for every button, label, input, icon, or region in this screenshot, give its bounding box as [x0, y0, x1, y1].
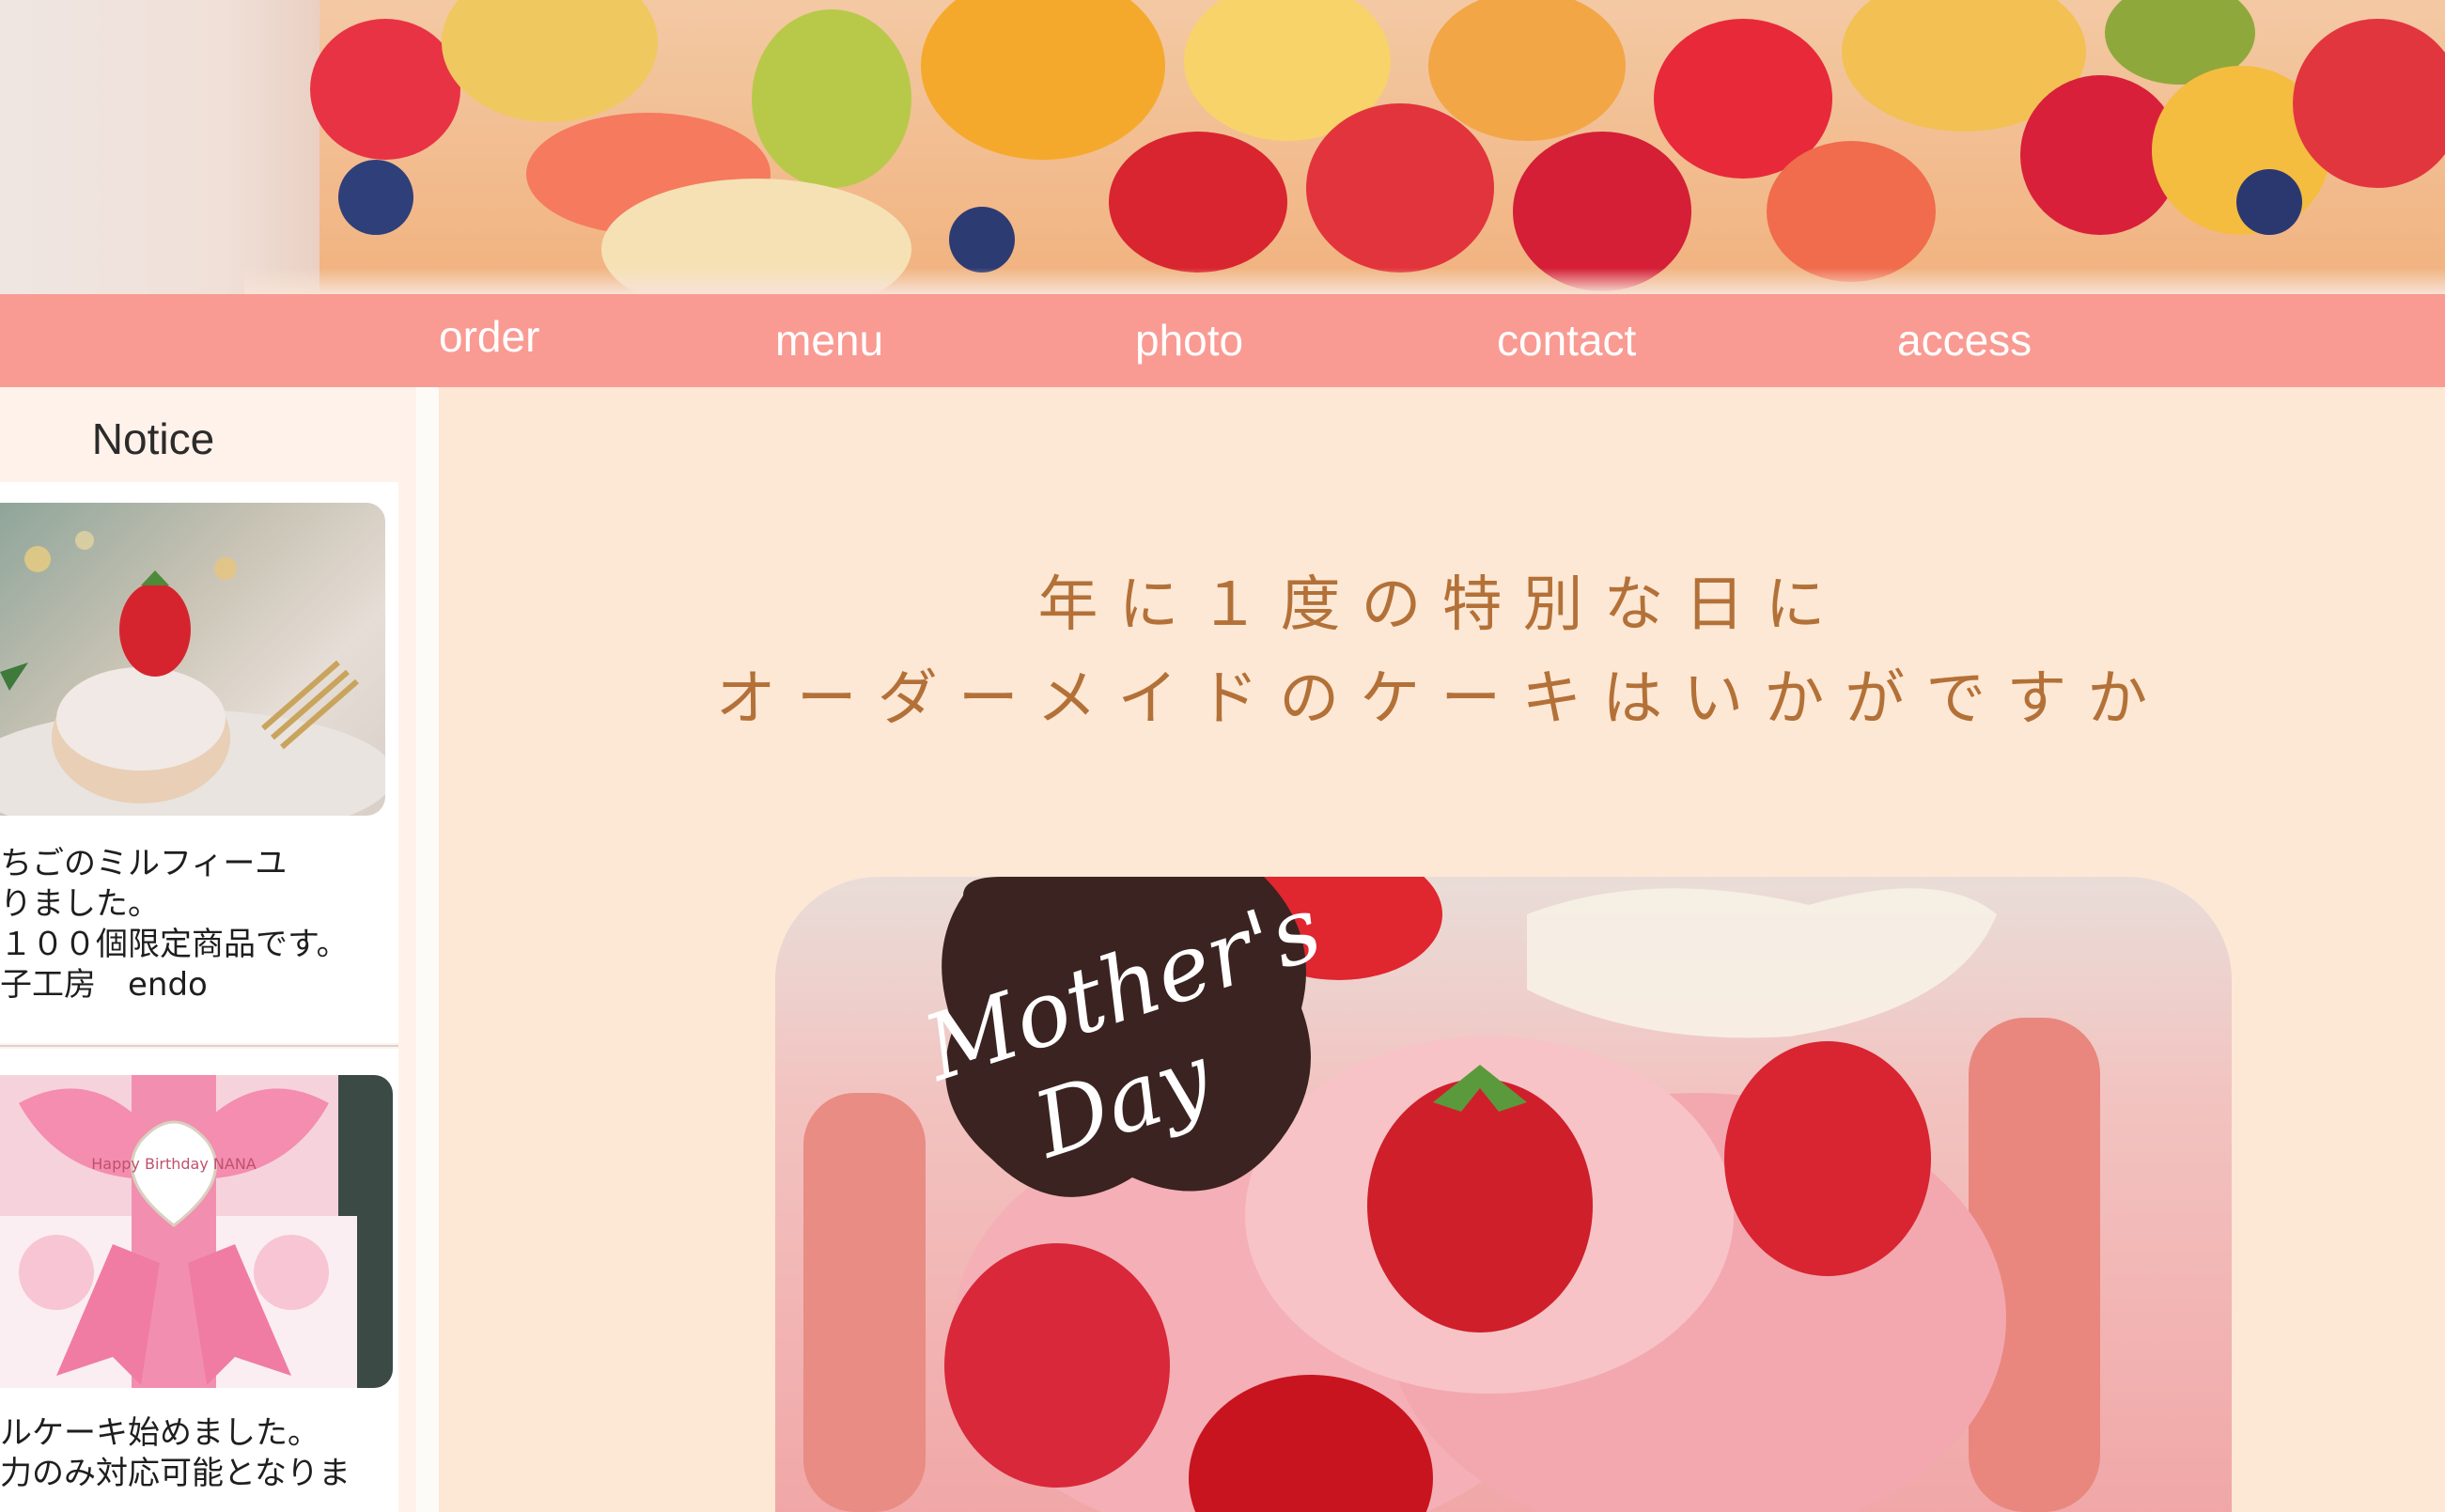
notice-line: りました。 — [0, 885, 160, 923]
hero-plate-edge — [0, 0, 319, 294]
notice-line: １００個限定商品です。 — [0, 926, 349, 963]
strawberry-shape — [1306, 103, 1494, 273]
nav-access-link[interactable]: access — [1897, 294, 2032, 387]
nav-contact-link[interactable]: contact — [1497, 294, 1636, 387]
melon-shape — [1428, 0, 1626, 141]
kiwi-shape — [752, 9, 911, 188]
nav-order-link[interactable]: order — [439, 290, 539, 383]
ribbon-birthday-cake-photo-icon[interactable]: Happy Birthday NANA — [0, 1075, 393, 1388]
cake-illustration: Mother's Day — [803, 877, 2100, 1512]
nav-menu-link[interactable]: menu — [775, 294, 883, 387]
melon-shape — [442, 0, 658, 122]
plate-rim — [244, 268, 2445, 294]
main-heading-line1: 年に１度の特別な日に — [1037, 570, 1846, 640]
notice-line: 子工房 endo — [0, 966, 208, 1004]
notice-line: ルケーキ始めました。 — [0, 1414, 319, 1452]
notice-post-text: ちごのミルフィーユ りました。 １００個限定商品です。 子工房 endo — [0, 844, 404, 1005]
notice-line: ちごのミルフィーユ — [0, 845, 288, 882]
birthday-cake-illustration: Happy Birthday NANA — [0, 1075, 393, 1388]
mothers-day-cake-photo: Mother's Day — [775, 877, 2232, 1512]
strawberry-shape — [1109, 132, 1287, 273]
hero-fruit-photo — [0, 0, 2445, 294]
strawberry-shape — [1767, 141, 1936, 282]
notice-heading: Notice — [91, 414, 215, 463]
orange-shape — [921, 0, 1165, 160]
sidebar-gutter — [416, 387, 439, 1512]
blueberry-shape — [949, 207, 1015, 273]
main-nav: order menu photo contact access — [0, 294, 2445, 387]
notice-post-text: ルケーキ始めました。 力のみ対応可能となりま — [0, 1413, 404, 1494]
strawberry-millefeuille-photo-icon[interactable] — [0, 503, 385, 816]
notice-divider — [0, 1045, 398, 1047]
blueberry-shape — [2236, 169, 2302, 235]
cake-plaque-text: Happy Birthday NANA — [91, 1155, 257, 1173]
millefeuille-illustration — [0, 531, 385, 816]
blueberry-shape — [338, 160, 413, 235]
notice-line: 力のみ対応可能となりま — [0, 1455, 350, 1492]
nav-photo-link[interactable]: photo — [1135, 294, 1243, 387]
strawberry-shape — [310, 19, 460, 160]
main-heading-line2: オーダーメイドのケーキはいかがですか — [715, 664, 2169, 734]
